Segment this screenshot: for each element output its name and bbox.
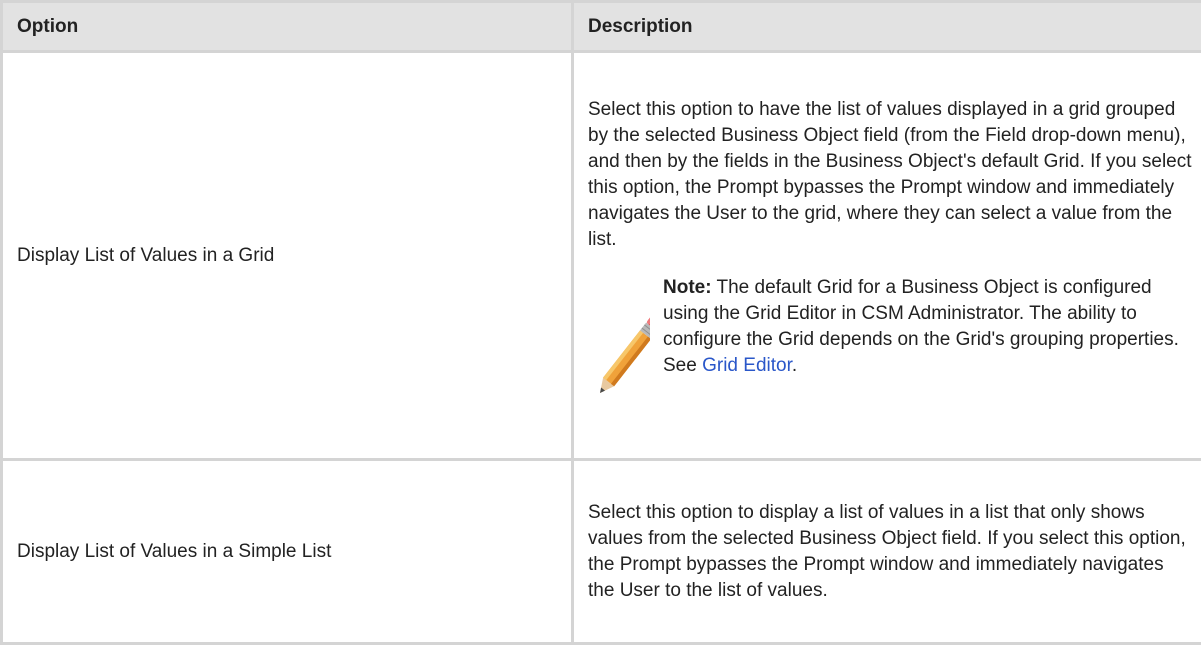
- description-cell: Select this option to display a list of …: [573, 460, 1201, 644]
- table-row: Display List of Values in a Simple List …: [2, 460, 1201, 644]
- header-option: Option: [2, 2, 573, 52]
- description-cell: Select this option to have the list of v…: [573, 52, 1201, 460]
- note-box: Note: The default Grid for a Business Ob…: [588, 275, 1195, 405]
- note-text: Note: The default Grid for a Business Ob…: [663, 275, 1195, 379]
- description-text: Select this option to have the list of v…: [588, 97, 1195, 253]
- header-description: Description: [573, 2, 1201, 52]
- note-period: .: [792, 355, 797, 376]
- option-cell: Display List of Values in a Grid: [2, 52, 573, 460]
- option-cell: Display List of Values in a Simple List: [2, 460, 573, 644]
- description-text: Select this option to display a list of …: [588, 500, 1195, 604]
- grid-editor-link[interactable]: Grid Editor: [702, 355, 792, 376]
- table-header-row: Option Description: [2, 2, 1201, 52]
- note-label: Note:: [663, 277, 712, 298]
- options-table: Option Description Display List of Value…: [0, 0, 1201, 645]
- table-row: Display List of Values in a Grid Select …: [2, 52, 1201, 460]
- pencil-icon: [590, 295, 650, 405]
